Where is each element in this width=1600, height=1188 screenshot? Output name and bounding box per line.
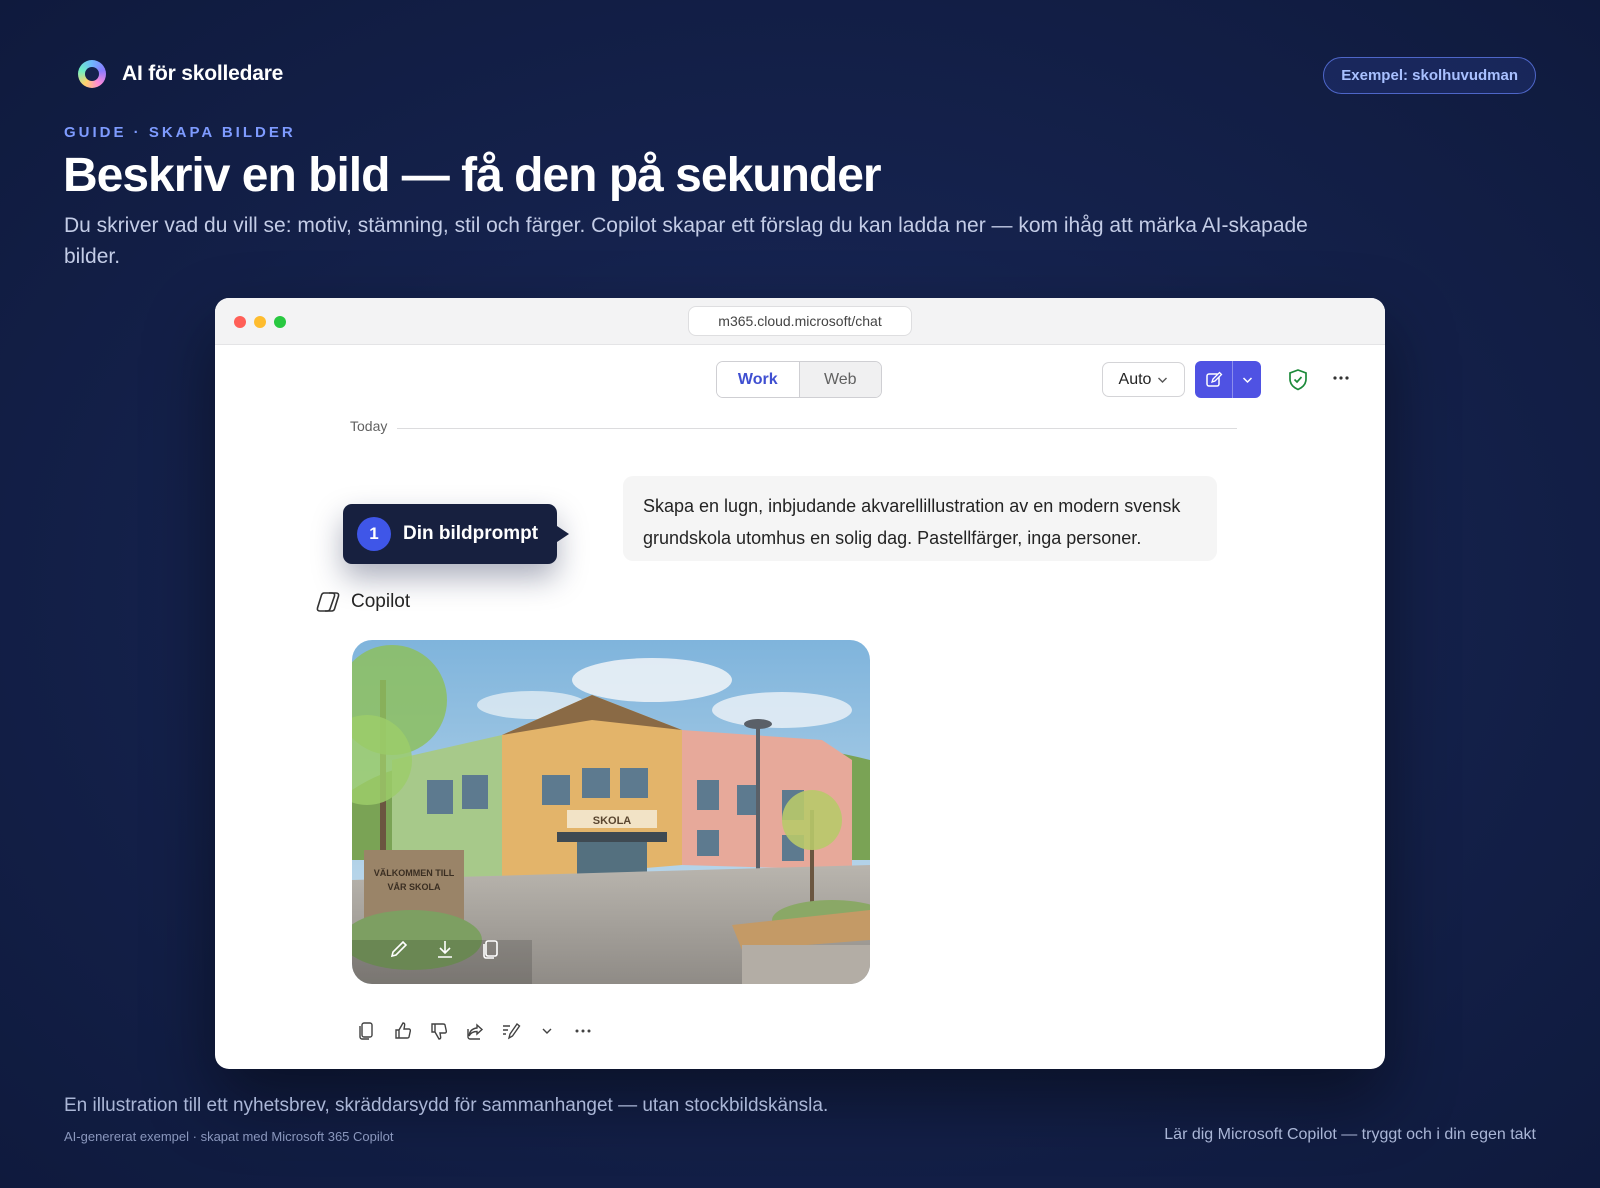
eyebrow: GUIDE · SKAPA BILDER <box>64 124 296 141</box>
generated-image[interactable]: SKOLA VÄLKOMMEN TILL VÅR SKOLA <box>352 640 870 984</box>
message-more-button[interactable] <box>572 1020 594 1042</box>
shield-check-icon <box>1289 369 1307 391</box>
edit-image-button[interactable] <box>386 936 412 962</box>
assistant-name: Copilot <box>351 591 411 612</box>
download-icon <box>438 941 452 958</box>
model-select[interactable]: Auto <box>1102 362 1185 397</box>
callout-number: 1 <box>357 517 391 551</box>
chevron-down-icon <box>1242 376 1252 383</box>
toggle-web[interactable]: Web <box>798 362 881 397</box>
ai-credit: AI-genererat exempel · skapat med Micros… <box>64 1129 394 1144</box>
pencil-icon <box>390 940 408 958</box>
more-options-button[interactable] <box>1331 368 1351 393</box>
date-divider-label: Today <box>350 418 388 434</box>
like-button[interactable] <box>392 1020 414 1042</box>
assistant-header: Copilot <box>315 590 410 614</box>
ring-logo-icon <box>78 60 106 88</box>
school-sign: SKOLA <box>593 815 632 827</box>
callout-label: Din bildprompt <box>403 523 539 544</box>
maximize-window-dot[interactable] <box>274 316 286 328</box>
copilot-icon <box>316 592 340 612</box>
download-image-button[interactable] <box>432 936 458 962</box>
work-web-toggle: Work Web <box>716 361 882 398</box>
prompt-callout: 1 Din bildprompt <box>343 504 569 564</box>
copy-image-button[interactable] <box>478 936 504 962</box>
protection-shield-button[interactable] <box>1287 368 1309 397</box>
new-chat-main[interactable] <box>1195 361 1232 398</box>
close-window-dot[interactable] <box>234 316 246 328</box>
browser-titlebar: m365.cloud.microsoft/chat <box>215 298 1385 345</box>
image-caption: En illustration till ett nyhetsbrev, skr… <box>64 1095 829 1116</box>
page-title: Beskriv en bild — få den på sekunder <box>63 149 882 202</box>
pages-edit-icon <box>503 1022 521 1040</box>
user-message: Skapa en lugn, inbjudande akvarellillust… <box>623 476 1217 561</box>
thumbs-down-icon <box>431 1023 448 1040</box>
welcome-sign-line2: VÅR SKOLA <box>387 882 441 892</box>
edit-in-pages-button[interactable] <box>500 1020 522 1042</box>
compose-icon <box>1205 371 1222 387</box>
brand-name: AI för skolledare <box>122 62 284 85</box>
share-icon <box>467 1023 484 1040</box>
brand[interactable]: AI för skolledare <box>78 60 283 88</box>
more-actions-dropdown[interactable] <box>536 1020 558 1042</box>
copy-icon <box>483 940 498 959</box>
more-horizontal-icon <box>1333 376 1349 380</box>
message-actions <box>356 1020 594 1042</box>
thumbs-up-icon <box>395 1022 412 1039</box>
model-select-label: Auto <box>1118 370 1152 388</box>
copy-message-button[interactable] <box>356 1020 378 1042</box>
dislike-button[interactable] <box>428 1020 450 1042</box>
toggle-work[interactable]: Work <box>717 362 799 397</box>
new-chat-button[interactable] <box>1195 361 1261 398</box>
welcome-sign-line1: VÄLKOMMEN TILL <box>374 868 455 878</box>
copy-icon <box>359 1022 373 1040</box>
new-chat-dropdown[interactable] <box>1232 361 1261 398</box>
minimize-window-dot[interactable] <box>254 316 266 328</box>
more-horizontal-icon <box>575 1029 591 1033</box>
school-illustration: SKOLA VÄLKOMMEN TILL VÅR SKOLA <box>352 640 870 984</box>
address-bar[interactable]: m365.cloud.microsoft/chat <box>688 306 912 336</box>
date-divider-line <box>397 428 1237 429</box>
chevron-down-icon <box>1158 377 1168 383</box>
image-actions <box>386 936 504 962</box>
chevron-down-icon <box>542 1028 552 1034</box>
share-button[interactable] <box>464 1020 486 1042</box>
footer-tagline: Lär dig Microsoft Copilot — tryggt och i… <box>1164 1126 1536 1143</box>
page-subtitle: Du skriver vad du vill se: motiv, stämni… <box>64 214 1308 268</box>
browser-window: m365.cloud.microsoft/chat Work Web Auto … <box>215 298 1385 1069</box>
example-pill[interactable]: Exempel: skolhuvudman <box>1323 57 1536 94</box>
